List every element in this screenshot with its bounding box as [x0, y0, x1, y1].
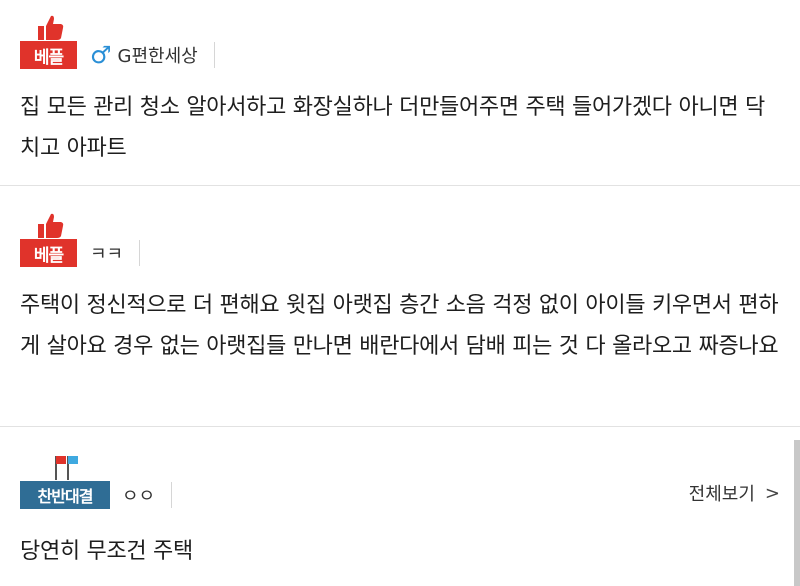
meta-divider: [171, 482, 173, 508]
see-all-link[interactable]: 전체보기 >: [689, 480, 780, 506]
comment-meta: 베플 ♂ G편한세상: [20, 14, 215, 69]
see-all-label: 전체보기: [688, 484, 755, 505]
comment-text: 집 모든 관리 청소 알아서하고 화장실하나 더만들어주면 주택 들어가겠다 아…: [20, 95, 765, 161]
thumbs-up-icon: [38, 213, 64, 238]
debate-badge: 찬반대결: [20, 454, 112, 509]
meta-divider: [213, 42, 215, 68]
author-name: ㅇㅇ: [122, 486, 156, 507]
best-comment-badge: 베플: [20, 14, 80, 69]
debate-badge-label: 찬반대결: [20, 481, 110, 509]
scrollbar[interactable]: [794, 440, 800, 586]
flags-icon: [55, 456, 78, 480]
comment-author[interactable]: ㅇㅇ: [122, 481, 155, 509]
male-symbol-icon: ♂: [90, 41, 112, 69]
comment-text: 당연히 무조건 주택: [20, 539, 193, 564]
comment-text: 주택이 정신적으로 더 편해요 윗집 아랫집 층간 소음 걱정 없이 아이들 키…: [20, 293, 779, 359]
comment-meta: 찬반대결 ㅇㅇ: [20, 454, 173, 509]
comment-item: 베플 ♂ G편한세상 집 모든 관리 청소 알아서하고 화장실하나 더만들어주면…: [0, 0, 800, 186]
best-badge-label: 베플: [20, 239, 77, 267]
best-badge-label: 베플: [20, 41, 77, 69]
comment-meta: 베플 ㅋㅋ: [20, 212, 141, 267]
meta-divider: [139, 240, 141, 266]
comment-author[interactable]: ㅋㅋ: [90, 239, 123, 267]
comment-author[interactable]: ♂ G편한세상: [90, 41, 198, 69]
thumbs-up-icon: [38, 15, 64, 40]
author-name: ㅋㅋ: [90, 244, 124, 265]
chevron-right-icon: >: [764, 482, 780, 504]
comment-item: 베플 ㅋㅋ 주택이 정신적으로 더 편해요 윗집 아랫집 층간 소음 걱정 없이…: [0, 187, 800, 427]
best-comment-badge: 베플: [20, 212, 80, 267]
author-name: G편한세상: [117, 46, 198, 67]
comment-item: 찬반대결 ㅇㅇ 전체보기 > 당연히 무조건 주택: [0, 428, 800, 586]
